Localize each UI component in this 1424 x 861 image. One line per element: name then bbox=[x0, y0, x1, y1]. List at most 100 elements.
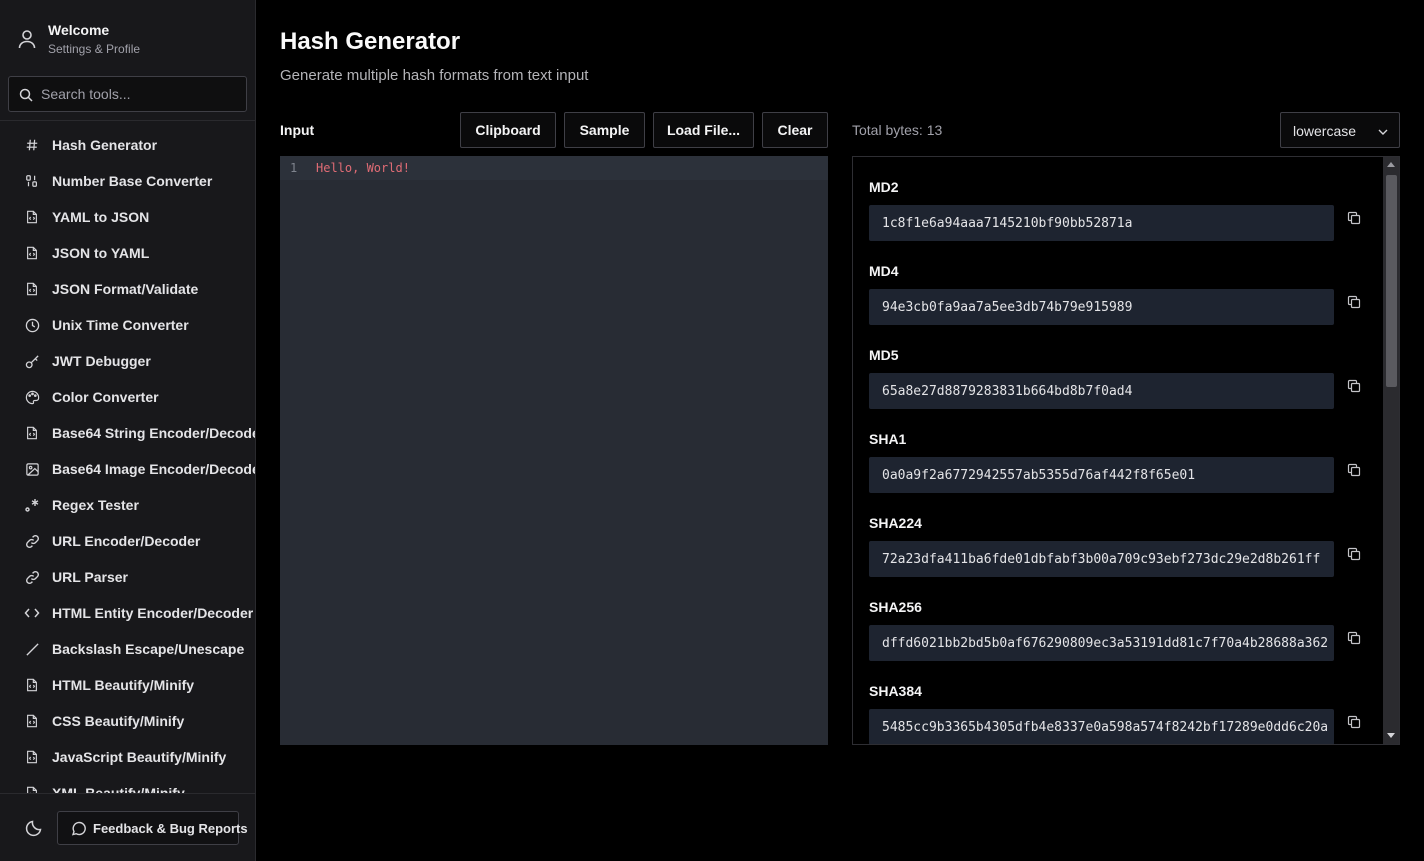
sidebar-item-label: Regex Tester bbox=[52, 497, 139, 513]
hash-value-box[interactable]: 0a0a9f2a6772942557ab5355d76af442f8f65e01 bbox=[869, 457, 1334, 493]
copy-icon[interactable] bbox=[1347, 463, 1361, 477]
hash-value: 0a0a9f2a6772942557ab5355d76af442f8f65e01 bbox=[882, 468, 1196, 483]
hash-results-panel: SHA384 5485cc9b3365b4305dfb4e8337e0a598a5… bbox=[852, 156, 1400, 745]
sample-button[interactable]: Sample bbox=[564, 112, 645, 148]
sidebar-divider bbox=[0, 120, 255, 121]
hash-value-box[interactable]: 65a8e27d8879283831b664bd8b7f0ad4 bbox=[869, 373, 1334, 409]
load-file-button[interactable]: Load File... bbox=[653, 112, 754, 148]
sidebar-item-label: Hash Generator bbox=[52, 137, 158, 153]
editor-text[interactable]: Hello, World! bbox=[316, 161, 410, 175]
hash-result-item: SHA1 0a0a9f2a6772942557ab5355d76af442f8f6… bbox=[869, 409, 1369, 493]
clock-icon bbox=[24, 317, 40, 333]
moon-icon[interactable] bbox=[25, 819, 43, 837]
sidebar-item[interactable]: URL Parser bbox=[0, 559, 255, 595]
sidebar-item-label: Color Converter bbox=[52, 389, 159, 405]
clipboard-button[interactable]: Clipboard bbox=[460, 112, 556, 148]
hash-name: SHA256 bbox=[869, 599, 922, 615]
copy-icon[interactable] bbox=[1347, 547, 1361, 561]
hash-value-box[interactable]: 94e3cb0fa9aa7a5ee3db74b79e915989 bbox=[869, 289, 1334, 325]
hash-name: MD2 bbox=[869, 179, 899, 195]
sidebar-item-label: HTML Entity Encoder/Decoder bbox=[52, 605, 254, 621]
hash-result-item: MD5 65a8e27d8879283831b664bd8b7f0ad4 bbox=[869, 325, 1369, 409]
code-editor[interactable]: 1 Hello, World! bbox=[280, 156, 828, 745]
hash-value: 1c8f1e6a94aaa7145210bf90bb52871a bbox=[882, 216, 1133, 231]
user-icon bbox=[18, 30, 36, 49]
copy-icon[interactable] bbox=[1347, 295, 1361, 309]
sidebar-item[interactable]: Number Base Converter bbox=[0, 163, 255, 199]
sidebar-item[interactable]: HTML Beautify/Minify bbox=[0, 667, 255, 703]
copy-icon[interactable] bbox=[1347, 379, 1361, 393]
sidebar-item-label: Number Base Converter bbox=[52, 173, 213, 189]
clear-button[interactable]: Clear bbox=[762, 112, 828, 148]
sidebar-item-label: JSON to YAML bbox=[52, 245, 150, 261]
sidebar-item-label: Base64 String Encoder/Decoder bbox=[52, 425, 256, 441]
scroll-up-arrow[interactable] bbox=[1387, 162, 1395, 167]
sidebar-item-label: JSON Format/Validate bbox=[52, 281, 199, 297]
sidebar-item[interactable]: Base64 String Encoder/Decoder bbox=[0, 415, 256, 451]
message-circle-icon bbox=[71, 821, 86, 836]
hash-value: 94e3cb0fa9aa7a5ee3db74b79e915989 bbox=[882, 300, 1133, 315]
search-icon bbox=[19, 88, 33, 102]
sidebar-item-label: YAML to JSON bbox=[52, 209, 150, 225]
search-input[interactable] bbox=[41, 77, 241, 111]
file-code-icon bbox=[24, 425, 40, 441]
file-code-icon bbox=[24, 281, 40, 297]
hash-value-box[interactable]: 5485cc9b3365b4305dfb4e8337e0a598a574f824… bbox=[869, 709, 1334, 744]
link-icon bbox=[24, 569, 40, 585]
binary-icon bbox=[24, 173, 40, 189]
scroll-down-arrow[interactable] bbox=[1387, 733, 1395, 738]
sidebar-item-label: HTML Beautify/Minify bbox=[52, 677, 195, 693]
scrollbar-thumb[interactable] bbox=[1386, 175, 1397, 387]
hash-value: 72a23dfa411ba6fde01dbfabf3b00a709c93ebf2… bbox=[882, 552, 1321, 567]
hash-value: dffd6021bb2bd5b0af676290809ec3a53191dd81… bbox=[882, 636, 1329, 651]
key-icon bbox=[24, 353, 40, 369]
hash-value-box[interactable]: dffd6021bb2bd5b0af676290809ec3a53191dd81… bbox=[869, 625, 1334, 661]
sidebar-item[interactable]: URL Encoder/Decoder bbox=[0, 523, 255, 559]
line-number: 1 bbox=[290, 161, 298, 175]
hash-value-box[interactable]: 72a23dfa411ba6fde01dbfabf3b00a709c93ebf2… bbox=[869, 541, 1334, 577]
sidebar-item[interactable]: XML Beautify/Minify bbox=[0, 775, 255, 793]
chevron-down-icon bbox=[1378, 129, 1388, 135]
hash-value-box[interactable]: 1c8f1e6a94aaa7145210bf90bb52871a bbox=[869, 205, 1334, 241]
feedback-button[interactable]: Feedback & Bug Reports bbox=[57, 811, 248, 845]
total-bytes: Total bytes: 13 bbox=[852, 122, 943, 138]
sidebar-item[interactable]: Base64 Image Encoder/Decoder bbox=[0, 451, 255, 487]
sidebar-item[interactable]: CSS Beautify/Minify bbox=[0, 703, 255, 739]
sidebar-item[interactable]: HTML Entity Encoder/Decoder bbox=[0, 595, 255, 631]
scrollbar[interactable] bbox=[1383, 157, 1399, 744]
link-icon bbox=[24, 533, 40, 549]
sidebar-item[interactable]: Backslash Escape/Unescape bbox=[0, 631, 255, 667]
hash-result-item: MD4 94e3cb0fa9aa7a5ee3db74b79e915989 bbox=[869, 241, 1369, 325]
sidebar-item[interactable]: Hash Generator bbox=[0, 127, 255, 163]
sidebar-item[interactable]: Unix Time Converter bbox=[0, 307, 255, 343]
hash-value: 65a8e27d8879283831b664bd8b7f0ad4 bbox=[882, 384, 1133, 399]
feedback-button-label: Feedback & Bug Reports bbox=[93, 821, 248, 836]
sidebar-item-label: URL Parser bbox=[52, 569, 129, 585]
hash-name: MD4 bbox=[869, 263, 899, 279]
copy-icon[interactable] bbox=[1347, 715, 1361, 729]
input-label: Input bbox=[280, 122, 315, 138]
search-box bbox=[8, 76, 247, 112]
sidebar-item[interactable]: JSON Format/Validate bbox=[0, 271, 255, 307]
regex-icon bbox=[24, 497, 40, 513]
copy-icon[interactable] bbox=[1347, 211, 1361, 225]
file-code-icon bbox=[24, 209, 40, 225]
sidebar-item[interactable]: JavaScript Beautify/Minify bbox=[0, 739, 255, 775]
sidebar-item[interactable]: JWT Debugger bbox=[0, 343, 255, 379]
sidebar-item[interactable]: YAML to JSON bbox=[0, 199, 255, 235]
file-code-icon bbox=[24, 749, 40, 765]
sidebar-item-label: Backslash Escape/Unescape bbox=[52, 641, 245, 657]
sidebar-item[interactable]: Color Converter bbox=[0, 379, 255, 415]
palette-icon bbox=[24, 389, 40, 405]
profile-section[interactable]: Welcome Settings & Profile bbox=[0, 0, 255, 68]
hash-name: SHA384 bbox=[869, 683, 922, 699]
copy-icon[interactable] bbox=[1347, 631, 1361, 645]
sidebar-item[interactable]: Regex Tester bbox=[0, 487, 255, 523]
sidebar-footer: Feedback & Bug Reports bbox=[0, 793, 255, 861]
case-select[interactable]: lowercase bbox=[1280, 112, 1400, 148]
sidebar-item[interactable]: JSON to YAML bbox=[0, 235, 255, 271]
hash-result-item: MD2 1c8f1e6a94aaa7145210bf90bb52871a bbox=[869, 157, 1369, 241]
code-icon bbox=[24, 605, 40, 621]
file-code-icon bbox=[24, 713, 40, 729]
file-code-icon bbox=[24, 785, 40, 793]
